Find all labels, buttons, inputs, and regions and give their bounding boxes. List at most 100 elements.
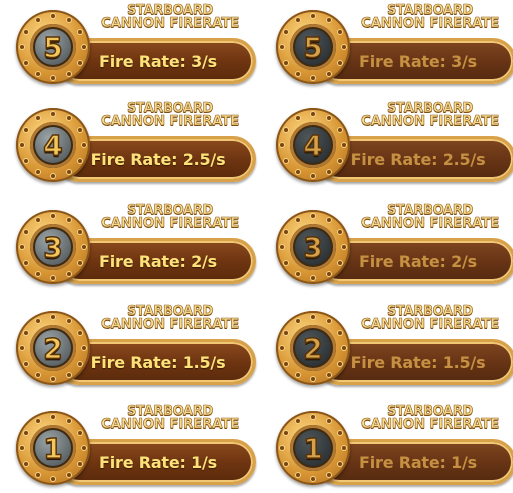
rivet-icon [51,14,55,18]
rivet-icon [337,430,342,435]
rivet-icon [326,271,331,276]
rivet-icon [284,461,289,466]
fire-rate-label: Fire Rate: 2/s [98,251,217,271]
badge-title: STARBOARD CANNON FIRERATE [350,204,510,230]
fire-rate-label: Fire Rate: 1.5/s [350,352,486,372]
rivet-icon [35,419,40,424]
rivet-icon [51,415,55,419]
rivet-icon [280,143,284,147]
level-number: 3 [303,230,324,265]
rivet-icon [326,218,331,223]
rivet-icon [295,319,300,324]
rivet-icon [51,315,55,319]
rivet-icon [326,372,331,377]
rivet-icon [24,461,29,466]
badge-title: STARBOARD CANNON FIRERATE [350,405,510,431]
rivet-icon [77,461,82,466]
rivet-icon [326,116,331,121]
rivet-icon [77,127,82,132]
rivet-icon [66,169,71,174]
rivet-icon [20,245,24,249]
numbered-gold-medallion-icon: 4 [16,108,90,182]
rivet-icon [311,377,315,381]
fire-rate-label: Fire Rate: 3/s [98,51,217,71]
rivet-icon [51,76,55,80]
numbered-gold-medallion-icon: 3 [276,210,350,284]
numbered-gold-medallion-icon: 5 [16,10,90,84]
rivet-icon [35,116,40,121]
rivet-icon [77,158,82,163]
level-number: 5 [43,30,64,65]
rivet-icon [20,45,24,49]
upgrade-badge-level-5-active: STARBOARD CANNON FIRERATE Fire Rate: 3/s 5 [16,4,256,92]
fire-rate-label: Fire Rate: 1/s [358,452,477,472]
level-number: 1 [43,431,64,466]
rivet-icon [337,29,342,34]
rivet-icon [24,330,29,335]
rivet-icon [337,158,342,163]
fire-rate-label: Fire Rate: 1.5/s [90,352,226,372]
rivet-icon [311,112,315,116]
rivet-icon [295,372,300,377]
rivet-icon [337,361,342,366]
badge-title: STARBOARD CANNON FIRERATE [90,102,250,128]
rivet-icon [326,319,331,324]
rivet-icon [35,169,40,174]
rivet-icon [51,214,55,218]
rivet-icon [284,60,289,65]
rivet-icon [77,60,82,65]
rivet-icon [311,477,315,481]
upgrade-badge-level-5-inactive: STARBOARD CANNON FIRERATE Fire Rate: 3/s 5 [276,4,513,92]
rivet-icon [337,461,342,466]
rivet-icon [20,143,24,147]
numbered-gold-medallion-icon: 2 [276,311,350,385]
rivet-icon [51,112,55,116]
rivet-icon [311,76,315,80]
rivet-icon [342,245,346,249]
rivet-icon [280,45,284,49]
upgrade-badge-level-3-inactive: STARBOARD CANNON FIRERATE Fire Rate: 2/s 3 [276,204,513,292]
rivet-icon [342,446,346,450]
rivet-icon [311,276,315,280]
rivet-icon [280,245,284,249]
rivet-icon [337,330,342,335]
numbered-gold-medallion-icon: 5 [276,10,350,84]
badge-title-line2: CANNON FIRERATE [100,316,240,332]
rivet-icon [326,472,331,477]
rivet-icon [337,260,342,265]
level-number: 4 [43,128,64,163]
rivet-icon [51,174,55,178]
badge-title: STARBOARD CANNON FIRERATE [90,4,250,30]
rivet-icon [66,419,71,424]
rivet-icon [311,174,315,178]
upgrade-badge-level-4-inactive: STARBOARD CANNON FIRERATE Fire Rate: 2.5/s… [276,102,513,190]
rivet-icon [77,229,82,234]
rivet-icon [284,260,289,265]
fire-rate-label: Fire Rate: 2.5/s [350,149,486,169]
badge-title-line2: CANNON FIRERATE [360,113,500,129]
rivet-icon [77,430,82,435]
rivet-icon [284,127,289,132]
numbered-gold-medallion-icon: 1 [16,411,90,485]
rivet-icon [337,60,342,65]
numbered-gold-medallion-icon: 1 [276,411,350,485]
fire-rate-label: Fire Rate: 2/s [358,251,477,271]
upgrade-badge-level-1-active: STARBOARD CANNON FIRERATE Fire Rate: 1/s 1 [16,405,256,493]
rivet-icon [35,472,40,477]
rivet-icon [35,71,40,76]
rivet-icon [35,271,40,276]
badge-title-line2: CANNON FIRERATE [360,215,500,231]
rivet-icon [280,346,284,350]
badge-title: STARBOARD CANNON FIRERATE [350,102,510,128]
rivet-icon [35,218,40,223]
rivet-icon [24,60,29,65]
rivet-icon [77,260,82,265]
rivet-icon [24,260,29,265]
rivet-icon [82,143,86,147]
rivet-icon [66,319,71,324]
rivet-icon [284,330,289,335]
fire-rate-label: Fire Rate: 1/s [98,452,217,472]
upgrade-badge-grid: STARBOARD CANNON FIRERATE Fire Rate: 3/s 5 S… [0,0,513,492]
badge-title: STARBOARD CANNON FIRERATE [90,405,250,431]
level-number: 4 [303,128,324,163]
